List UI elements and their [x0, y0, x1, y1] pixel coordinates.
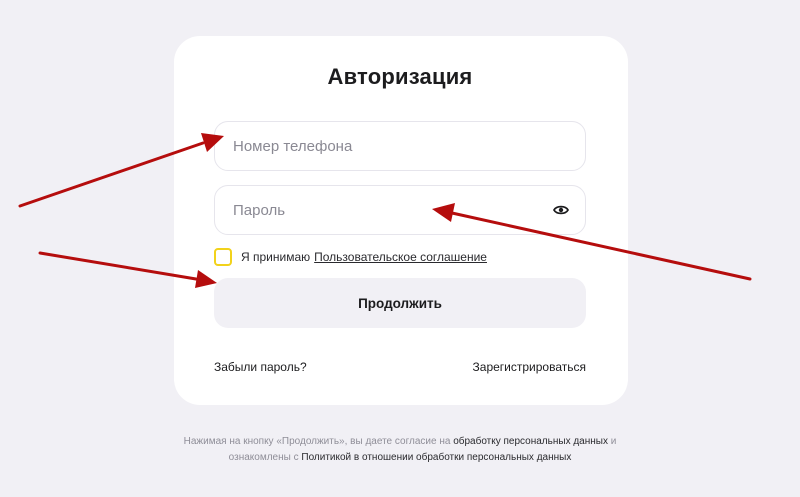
agreement-row: Я принимаю Пользовательское соглашение — [214, 247, 487, 267]
phone-input[interactable] — [233, 122, 553, 170]
user-agreement-link[interactable]: Пользовательское соглашение — [314, 250, 487, 264]
consent-line-2: ознакомлены с Политикой в отношении обра… — [0, 450, 800, 466]
eye-icon[interactable] — [553, 203, 569, 217]
page-title: Авторизация — [327, 64, 473, 89]
consent-line-1: Нажимая на кнопку «Продолжить», вы даете… — [0, 434, 800, 450]
personal-data-processing-link[interactable]: обработку персональных данных — [453, 436, 608, 447]
arrow-to-continue — [38, 251, 198, 281]
consent-text-3: ознакомлены с — [228, 452, 299, 463]
continue-button[interactable]: Продолжить — [214, 278, 586, 328]
forgot-password-link[interactable]: Забыли пароль? — [214, 360, 307, 374]
password-field[interactable] — [214, 185, 586, 235]
phone-field[interactable] — [214, 121, 586, 171]
privacy-policy-link[interactable]: Политикой в отношении обработки персонал… — [301, 452, 571, 463]
agreement-checkbox[interactable] — [214, 248, 232, 266]
agreement-label: Я принимаю — [241, 250, 311, 264]
register-link[interactable]: Зарегистрироваться — [473, 360, 586, 374]
consent-text-2: и — [610, 436, 617, 447]
password-input[interactable] — [233, 186, 553, 234]
consent-text-1: Нажимая на кнопку «Продолжить», вы даете… — [183, 436, 451, 447]
consent-footer: Нажимая на кнопку «Продолжить», вы даете… — [0, 434, 800, 466]
